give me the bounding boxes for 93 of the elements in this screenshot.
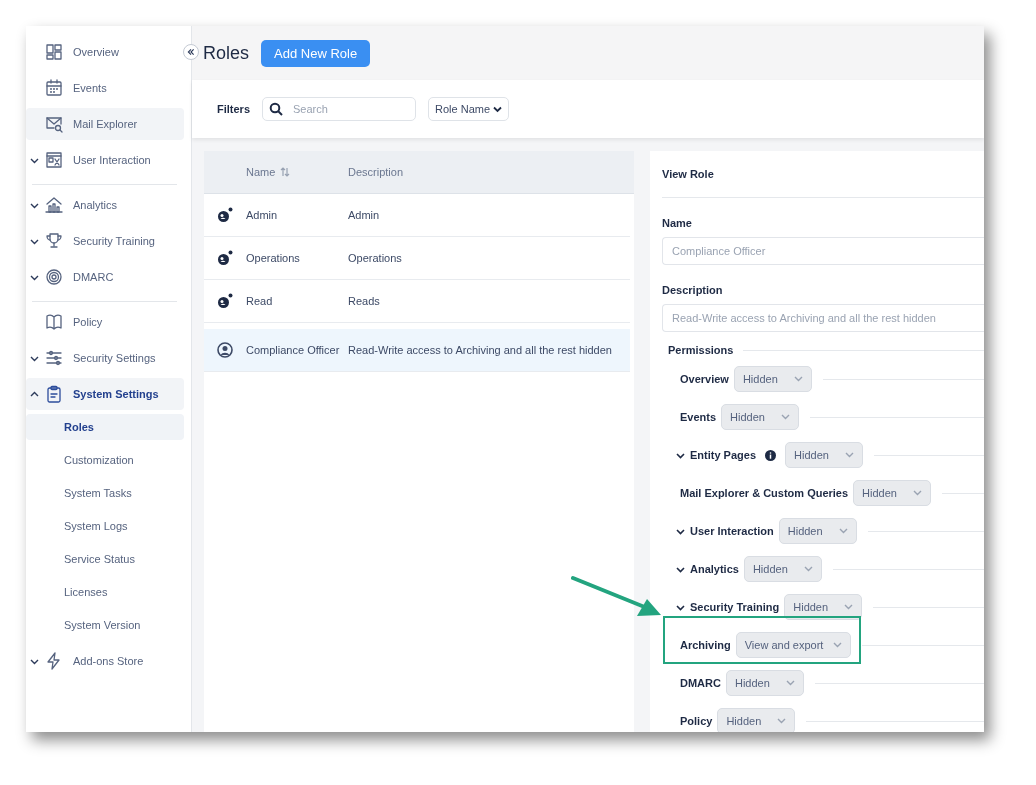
permission-dropdown[interactable]: Hidden — [721, 404, 800, 430]
sidebar-item[interactable]: DMARC — [26, 261, 184, 293]
sidebar-subitem[interactable]: Roles — [26, 414, 184, 440]
chevron-down-icon — [781, 414, 791, 420]
clipboard-icon — [45, 385, 63, 403]
chevron-icon[interactable] — [30, 389, 39, 399]
column-header: Description — [348, 166, 405, 178]
table-cell-text: Operations — [246, 252, 301, 264]
sidebar-subitem[interactable]: Licenses — [26, 579, 184, 605]
search-field[interactable]: Search — [262, 97, 416, 121]
permission-label: Mail Explorer & Custom Queries — [680, 487, 849, 499]
permission-dropdown[interactable]: Hidden — [717, 708, 796, 732]
permission-label: Archiving — [680, 639, 731, 651]
permission-dropdown[interactable]: Hidden — [778, 518, 857, 544]
add-new-role-button[interactable]: Add New Role — [261, 39, 371, 67]
sidebar-subitem[interactable]: System Tasks — [26, 480, 184, 506]
table-cell-text: Reads — [348, 295, 381, 307]
sidebar-subitem[interactable]: Customization — [26, 447, 184, 473]
user-icon — [217, 342, 233, 358]
field-label: Description — [662, 284, 724, 296]
sidebar-item[interactable]: System Settings — [26, 378, 184, 410]
sidebar-item[interactable]: Security Settings — [26, 342, 184, 374]
table-row[interactable]: Operations Operations — [204, 237, 630, 280]
permission-dropdown[interactable]: Hidden — [785, 442, 864, 468]
permission-dropdown[interactable]: Hidden — [743, 556, 822, 582]
panel-title: View Role — [662, 168, 714, 180]
page-title: Roles — [203, 42, 250, 64]
permission-label: Policy — [680, 715, 713, 727]
permissions-label: Permissions — [668, 344, 734, 356]
permission-label: User Interaction — [690, 525, 774, 537]
filters-label: Filters — [217, 103, 250, 115]
permission-dropdown[interactable]: Hidden — [733, 366, 812, 392]
sidebar-subitem[interactable]: System Version — [26, 612, 184, 638]
chevron-down-icon — [845, 452, 855, 458]
chevron-down-icon — [785, 680, 795, 686]
window-icon — [45, 151, 63, 169]
chevron-icon[interactable] — [676, 526, 685, 536]
chevron-icon[interactable] — [676, 564, 685, 574]
permission-dropdown[interactable]: View and export — [735, 632, 852, 658]
table-cell-text: Operations — [348, 252, 403, 264]
column-header[interactable]: Name — [246, 166, 276, 178]
chevron-down-icon — [913, 490, 923, 496]
permission-label: Security Training — [690, 601, 780, 613]
chevron-icon[interactable] — [676, 450, 685, 460]
book-icon — [45, 313, 63, 331]
search-icon — [269, 102, 283, 116]
permission-dropdown[interactable]: Hidden — [784, 594, 863, 620]
chevron-down-icon — [844, 604, 854, 610]
table-cell-text: Read — [246, 295, 274, 307]
sidebar-item[interactable]: Add-ons Store — [26, 645, 184, 677]
chevron-down-icon — [838, 528, 848, 534]
role-name-dropdown[interactable]: Role Name — [428, 97, 510, 121]
table-row[interactable]: Read Reads — [204, 280, 630, 323]
permission-label: Events — [680, 411, 717, 423]
chevron-down-icon — [793, 376, 803, 382]
permission-label: Overview — [680, 373, 729, 385]
sidebar-item[interactable]: Analytics — [26, 189, 184, 221]
sidebar-item[interactable]: Mail Explorer — [26, 108, 184, 140]
sidebar-subitem[interactable]: System Logs — [26, 513, 184, 539]
chevron-down-icon — [803, 566, 813, 572]
info-icon[interactable] — [765, 449, 777, 461]
chevron-down-icon — [493, 105, 503, 113]
sidebar-item[interactable]: Policy — [26, 306, 184, 338]
search-input[interactable]: Search — [291, 102, 405, 116]
role-icon — [217, 250, 233, 266]
sidebar-item[interactable]: Events — [26, 72, 184, 104]
table-cell-text: Admin — [246, 209, 279, 221]
sidebar-item[interactable]: Security Training — [26, 225, 184, 257]
sidebar-subitem[interactable]: Service Status — [26, 546, 184, 572]
table-cell-text: Compliance Officer — [246, 344, 341, 356]
mail-search-icon — [45, 115, 63, 133]
trophy-icon — [45, 232, 63, 250]
role-icon — [217, 207, 233, 223]
permission-label: Analytics — [690, 563, 739, 575]
calendar-icon — [45, 79, 63, 97]
chevron-icon[interactable] — [676, 602, 685, 612]
sidebar-item[interactable]: User Interaction — [26, 144, 184, 176]
role-icon — [217, 293, 233, 309]
chevron-down-icon — [777, 718, 787, 724]
chevron-down-icon — [833, 642, 843, 648]
table-row[interactable]: Compliance Officer Read-Write access to Archiving and all the rest hidden — [204, 329, 630, 372]
chart-icon — [45, 196, 63, 214]
table-row[interactable]: Admin Admin — [204, 194, 630, 237]
field-label: Name — [662, 217, 693, 229]
permission-label: DMARC — [680, 677, 721, 689]
sidebar-item[interactable]: Overview — [26, 36, 184, 68]
permission-dropdown[interactable]: Hidden — [725, 670, 804, 696]
table-cell-text: Read-Write access to Archiving and all the rest hidden — [348, 344, 613, 356]
sliders-icon — [45, 349, 63, 367]
permission-label: Entity Pages — [690, 449, 757, 461]
permission-dropdown[interactable]: Hidden — [853, 480, 932, 506]
grid-icon — [45, 43, 63, 61]
table-cell-text: Admin — [348, 209, 381, 221]
